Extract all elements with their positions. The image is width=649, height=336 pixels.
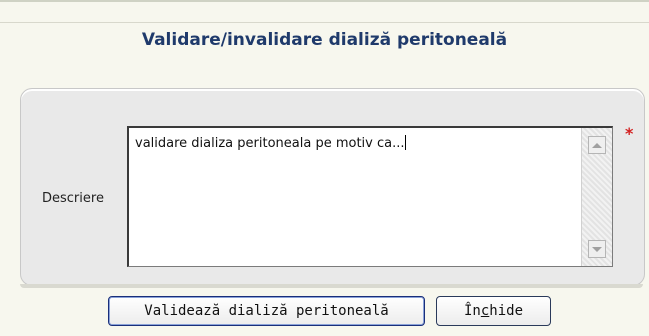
form-panel-shadow [20,284,643,288]
close-button[interactable]: În c hide [436,296,551,326]
required-asterisk: * [625,124,634,143]
description-label: Descriere [42,191,104,206]
dialog-title: Validare/invalidare dializă peritoneală [141,30,508,50]
textarea-scrollbar[interactable] [581,128,612,266]
triangle-up-icon [592,142,602,148]
validate-button[interactable]: Validează dializă peritoneală [108,296,425,326]
close-label-post: hide [489,303,523,319]
top-divider [0,0,649,2]
window-top-edge [0,0,649,23]
scroll-up-button[interactable] [588,136,606,154]
description-value: validare dializa peritoneala pe motiv ca… [135,136,405,151]
close-label-pre: În [463,303,481,319]
description-text: validare dializa peritoneala pe motiv ca… [135,135,407,151]
description-textarea[interactable]: validare dializa peritoneala pe motiv ca… [127,126,613,267]
triangle-down-icon [592,246,602,252]
scroll-down-button[interactable] [588,240,606,258]
text-caret [405,135,407,150]
close-label-mnemonic: c [480,303,490,319]
